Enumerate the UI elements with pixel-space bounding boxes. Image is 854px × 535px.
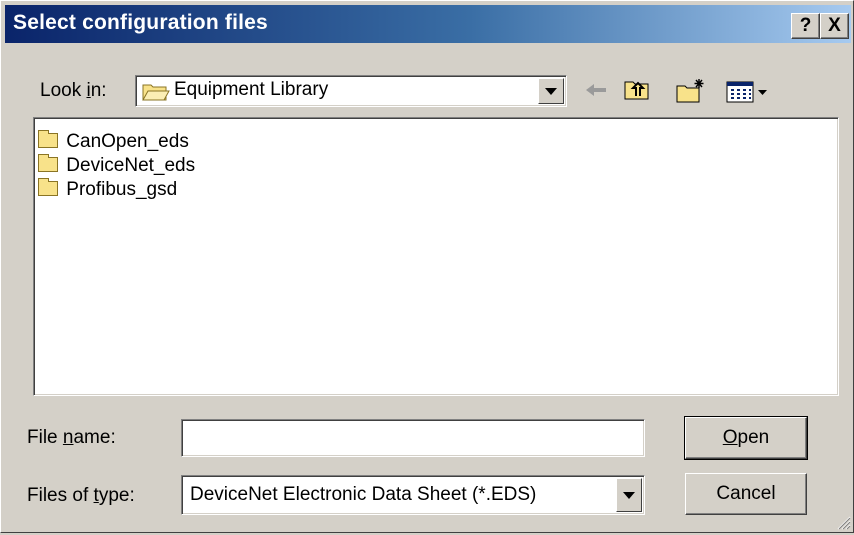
cancel-button[interactable]: Cancel: [685, 473, 807, 515]
file-list[interactable]: CanOpen_eds DeviceNet_eds Profibus_gsd: [33, 117, 839, 396]
title-bar[interactable]: Select configuration files ? X: [5, 5, 851, 43]
list-item[interactable]: Profibus_gsd: [38, 177, 178, 202]
files-of-type-label: Files of type:: [27, 485, 135, 506]
open-button[interactable]: Open: [684, 416, 808, 460]
files-of-type-dropdown-arrow[interactable]: [616, 478, 642, 512]
list-item[interactable]: CanOpen_eds: [38, 129, 189, 154]
look-in-dropdown-arrow[interactable]: [538, 78, 564, 104]
select-configuration-files-dialog: Select configuration files ? X Look in: …: [0, 0, 854, 533]
file-name-text: Profibus_gsd: [66, 179, 178, 200]
back-arrow-icon[interactable]: [583, 77, 609, 105]
new-folder-icon[interactable]: [675, 77, 707, 105]
file-name-label: File name:: [27, 427, 116, 448]
files-of-type-select[interactable]: DeviceNet Electronic Data Sheet (*.EDS): [181, 475, 645, 515]
folder-open-icon: [142, 82, 170, 107]
window-title: Select configuration files: [13, 11, 268, 34]
file-name-input[interactable]: [181, 419, 645, 457]
folder-icon: [38, 177, 58, 196]
list-item[interactable]: DeviceNet_eds: [38, 153, 196, 178]
view-menu-icon[interactable]: [725, 77, 771, 105]
folder-icon: [38, 153, 58, 172]
file-name-text: CanOpen_eds: [66, 131, 189, 152]
help-button[interactable]: ?: [791, 13, 820, 39]
folder-icon: [38, 129, 58, 148]
look-in-label: Look in:: [40, 80, 107, 101]
files-of-type-value: DeviceNet Electronic Data Sheet (*.EDS): [190, 484, 537, 505]
resize-grip[interactable]: [835, 514, 851, 530]
close-button[interactable]: X: [820, 13, 849, 39]
file-name-text: DeviceNet_eds: [66, 155, 196, 176]
look-in-value: Equipment Library: [174, 79, 329, 100]
look-in-combo[interactable]: Equipment Library: [135, 75, 567, 107]
up-one-level-icon[interactable]: [623, 77, 651, 105]
